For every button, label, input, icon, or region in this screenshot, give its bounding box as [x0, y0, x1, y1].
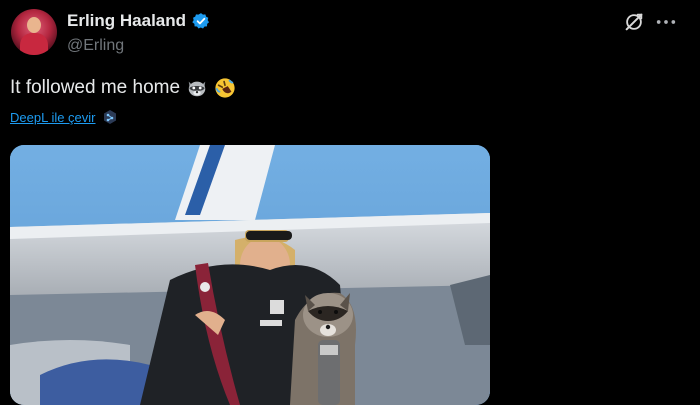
verified-badge-icon [192, 13, 210, 29]
rolling-laughing-emoji-icon [215, 78, 235, 98]
author-name[interactable]: Erling Haaland [67, 11, 186, 31]
tweet-media-photo[interactable] [10, 145, 490, 405]
author-name-row: Erling Haaland [67, 11, 210, 31]
avatar-body [20, 33, 48, 55]
grok-icon[interactable] [623, 11, 645, 33]
author-handle[interactable]: @Erling [67, 37, 124, 55]
avatar-head [27, 17, 41, 33]
tweet-text-row: It followed me home [10, 77, 236, 99]
more-icon[interactable] [655, 12, 677, 32]
photo-illustration [10, 145, 490, 405]
raccoon-emoji-icon [188, 81, 206, 97]
translate-link[interactable]: DeepL ile çevir [10, 110, 96, 125]
tweet-text: It followed me home [10, 77, 181, 98]
avatar[interactable] [11, 9, 57, 55]
translate-row: DeepL ile çevir [10, 109, 118, 125]
deepl-icon [103, 110, 116, 124]
